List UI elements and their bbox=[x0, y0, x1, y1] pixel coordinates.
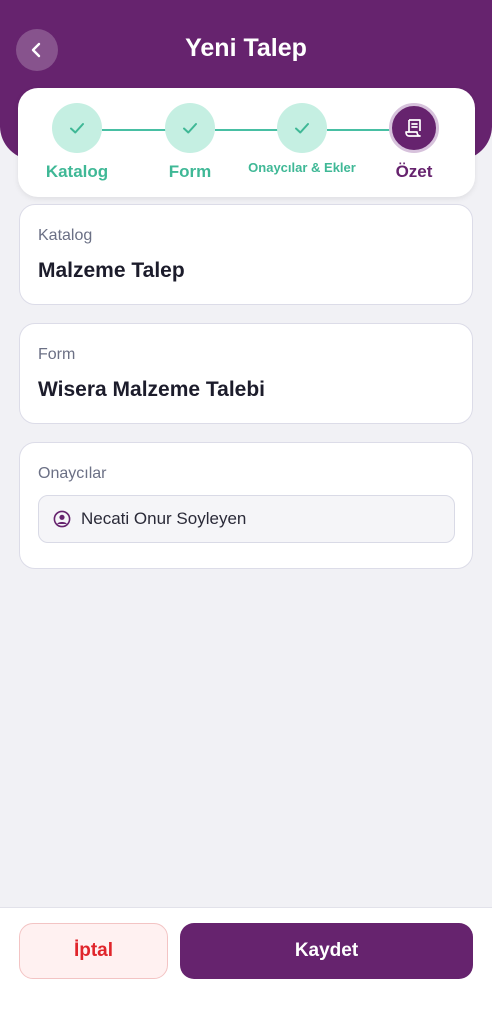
step-onaycilar[interactable] bbox=[277, 103, 327, 153]
form-card: Form Wisera Malzeme Talebi bbox=[19, 323, 473, 424]
document-icon bbox=[405, 119, 421, 137]
catalog-value: Malzeme Talep bbox=[38, 259, 185, 282]
approvers-card: Onaycılar Necati Onur Soyleyen bbox=[19, 442, 473, 569]
page-title: Yeni Talep bbox=[185, 34, 307, 62]
step-label-form: Form bbox=[168, 162, 212, 181]
step-label-onaycilar: Onaycılar & Ekler bbox=[248, 160, 356, 175]
step-connector bbox=[215, 129, 279, 131]
step-ozet[interactable] bbox=[389, 103, 439, 153]
form-label: Form bbox=[38, 346, 76, 363]
cancel-button[interactable]: İptal bbox=[19, 923, 168, 979]
approver-name: Necati Onur Soyleyen bbox=[81, 509, 247, 528]
check-icon bbox=[295, 123, 309, 134]
stepper: Katalog Form Onaycılar & Ekler Özet bbox=[18, 88, 475, 197]
check-icon bbox=[183, 123, 197, 134]
form-value: Wisera Malzeme Talebi bbox=[38, 378, 266, 401]
user-circle-icon bbox=[53, 510, 71, 528]
check-icon bbox=[70, 123, 84, 134]
approvers-label: Onaycılar bbox=[38, 465, 107, 482]
catalog-label: Katalog bbox=[38, 227, 93, 244]
step-form[interactable] bbox=[165, 103, 215, 153]
step-connector bbox=[102, 129, 166, 131]
approver-item: Necati Onur Soyleyen bbox=[38, 495, 455, 543]
step-katalog[interactable] bbox=[52, 103, 102, 153]
step-connector bbox=[327, 129, 391, 131]
save-button[interactable]: Kaydet bbox=[180, 923, 473, 979]
step-label-ozet: Özet bbox=[395, 162, 433, 181]
step-label-katalog: Katalog bbox=[45, 162, 109, 181]
catalog-card: Katalog Malzeme Talep bbox=[19, 204, 473, 305]
footer-bar: İptal Kaydet bbox=[0, 907, 492, 1024]
